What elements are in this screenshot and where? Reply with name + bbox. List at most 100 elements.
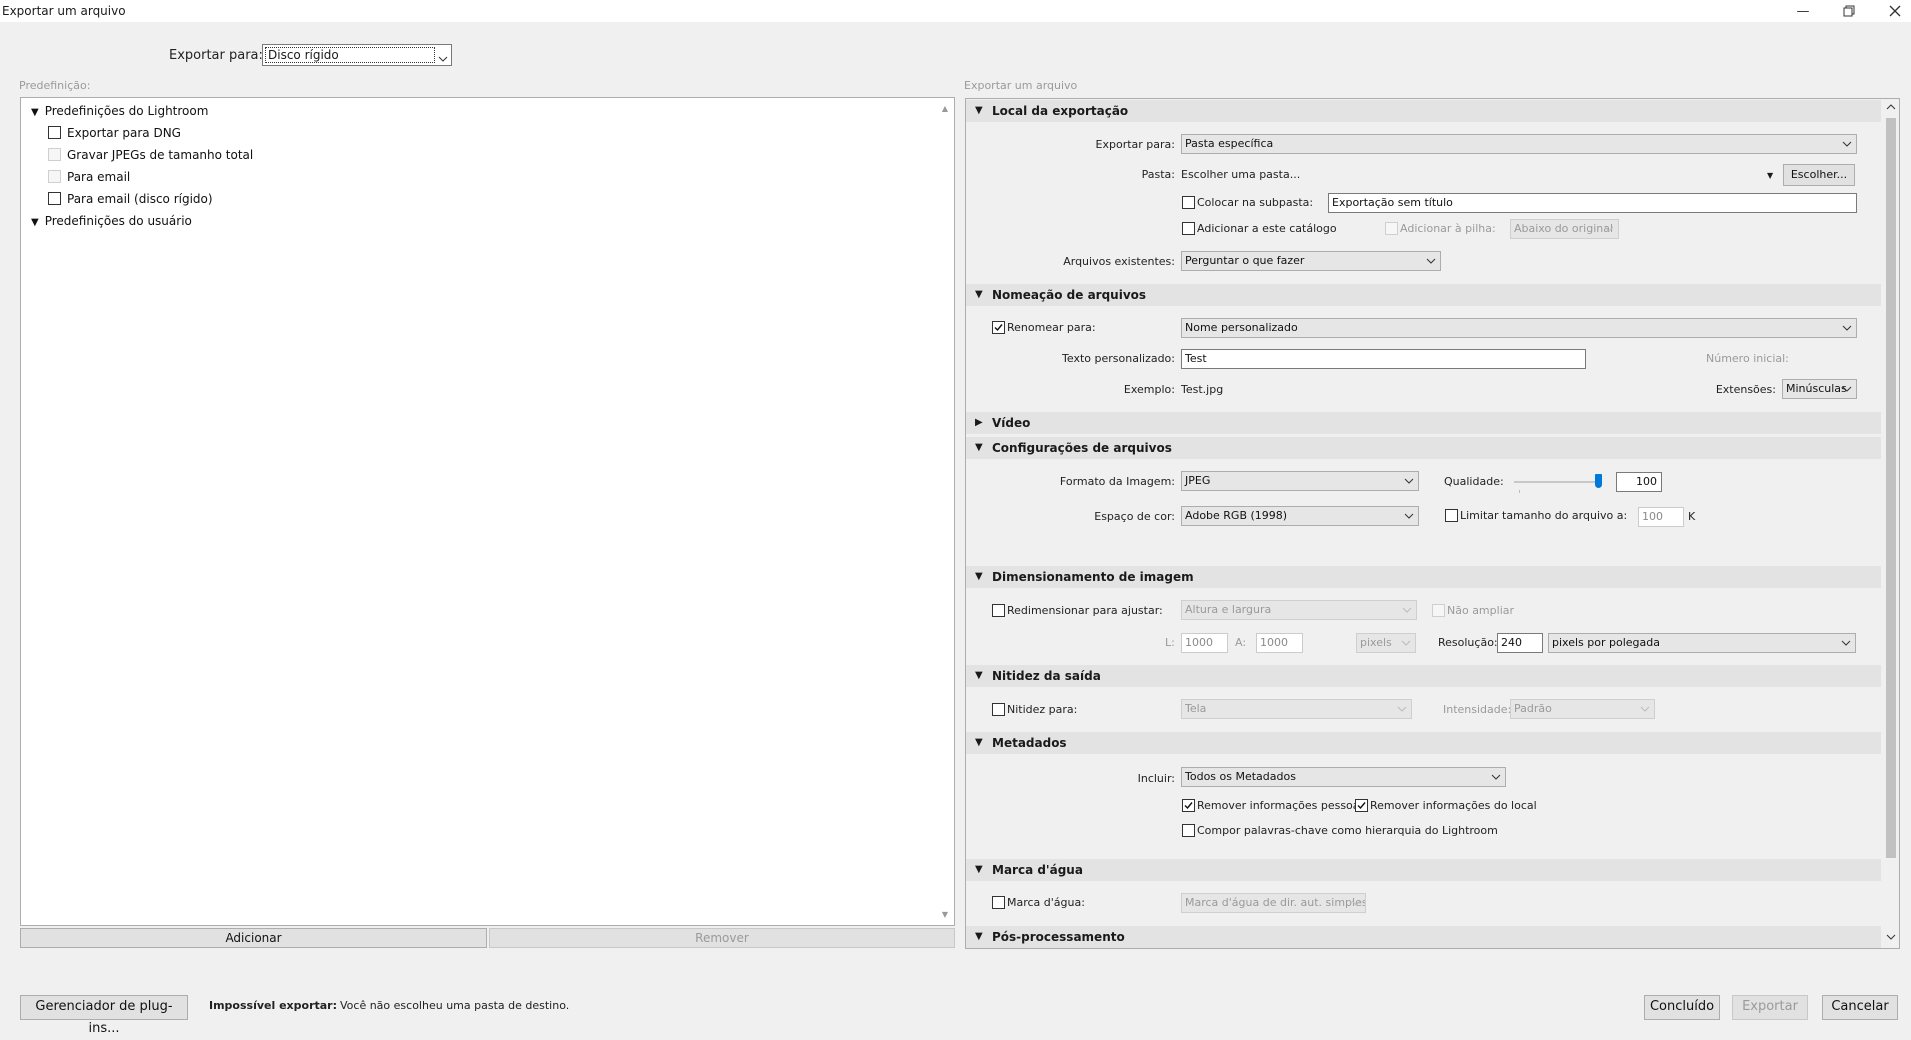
sharpen-label: Nitidez para: bbox=[1007, 703, 1078, 716]
subfolder-input[interactable]: Exportação sem título bbox=[1328, 193, 1857, 213]
width-input[interactable]: 1000 bbox=[1181, 633, 1228, 653]
quality-label: Qualidade: bbox=[1444, 475, 1504, 488]
error-title: Impossível exportar: bbox=[209, 999, 337, 1012]
chevron-down-icon bbox=[1401, 601, 1413, 619]
example-label: Exemplo: bbox=[1123, 383, 1175, 396]
add-stack-checkbox[interactable] bbox=[1385, 222, 1398, 235]
export-to-dropdown[interactable]: Disco rígido bbox=[262, 44, 452, 66]
subfolder-checkbox[interactable] bbox=[1182, 196, 1195, 209]
restore-icon[interactable] bbox=[1826, 0, 1872, 22]
preset-item[interactable]: Gravar JPEGs de tamanho total bbox=[48, 148, 253, 162]
stack-dropdown[interactable]: Abaixo do original bbox=[1510, 219, 1619, 239]
image-format-dropdown[interactable]: JPEG bbox=[1181, 471, 1419, 491]
cancel-button[interactable]: Cancelar bbox=[1822, 995, 1898, 1020]
chevron-down-icon bbox=[1403, 507, 1415, 525]
limit-size-input[interactable]: 100 bbox=[1638, 507, 1684, 527]
resolution-unit-dropdown[interactable]: pixels por polegada bbox=[1548, 633, 1856, 653]
preset-item[interactable]: Para email bbox=[48, 170, 130, 184]
remove-location-label: Remover informações do local bbox=[1370, 799, 1537, 812]
location-export-to-dropdown[interactable]: Pasta específica bbox=[1181, 134, 1857, 154]
scroll-down-icon[interactable]: ▼ bbox=[942, 910, 948, 919]
preset-checkbox[interactable] bbox=[48, 170, 61, 183]
remove-preset-button[interactable]: Remover bbox=[489, 928, 955, 948]
chevron-down-icon bbox=[1841, 380, 1853, 398]
resize-dropdown[interactable]: Altura e largura bbox=[1181, 600, 1417, 620]
minimize-icon[interactable]: — bbox=[1780, 0, 1826, 22]
preset-checkbox[interactable] bbox=[48, 192, 61, 205]
section-export-location[interactable]: ▼ Local da exportação bbox=[966, 100, 1881, 122]
section-post-processing[interactable]: ▼ Pós-processamento bbox=[966, 926, 1881, 948]
extensions-label: Extensões: bbox=[1715, 383, 1776, 396]
scroll-up-icon[interactable]: ▲ bbox=[942, 104, 948, 113]
section-watermark[interactable]: ▼ Marca d'água bbox=[966, 859, 1881, 881]
collapse-triangle-icon: ▼ bbox=[975, 571, 983, 582]
preset-group-user[interactable]: ▼ Predefinições do usuário bbox=[31, 214, 192, 228]
done-button[interactable]: Concluído bbox=[1644, 995, 1720, 1020]
watermark-checkbox[interactable] bbox=[992, 896, 1005, 909]
amount-dropdown[interactable]: Padrão bbox=[1510, 699, 1655, 719]
section-video[interactable]: ▶ Vídeo bbox=[966, 412, 1881, 434]
export-button[interactable]: Exportar bbox=[1732, 995, 1808, 1020]
chevron-down-icon bbox=[1350, 894, 1362, 912]
plugin-manager-button[interactable]: Gerenciador de plug-ins... bbox=[20, 995, 188, 1036]
section-output-sharpening[interactable]: ▼ Nitidez da saída bbox=[966, 665, 1881, 687]
section-metadata[interactable]: ▼ Metadados bbox=[966, 732, 1881, 754]
rename-checkbox[interactable] bbox=[992, 321, 1005, 334]
preset-checkbox[interactable] bbox=[48, 148, 61, 161]
remove-personal-label: Remover informações pessoais bbox=[1197, 799, 1369, 812]
include-label: Incluir: bbox=[1137, 772, 1175, 785]
chevron-down-icon bbox=[1603, 220, 1615, 238]
add-preset-button[interactable]: Adicionar bbox=[20, 928, 487, 948]
resize-checkbox[interactable] bbox=[992, 604, 1005, 617]
resize-label: Redimensionar para ajustar: bbox=[1007, 604, 1163, 617]
remove-location-checkbox[interactable] bbox=[1355, 799, 1368, 812]
include-dropdown[interactable]: Todos os Metadados bbox=[1181, 767, 1506, 787]
section-file-naming[interactable]: ▼ Nomeação de arquivos bbox=[966, 284, 1881, 306]
collapse-triangle-icon: ▼ bbox=[975, 289, 983, 300]
folder-value: Escolher uma pasta... bbox=[1181, 168, 1301, 181]
sharpen-dropdown[interactable]: Tela bbox=[1181, 699, 1412, 719]
chevron-down-icon bbox=[1400, 634, 1412, 652]
export-to-label: Exportar para: bbox=[169, 48, 263, 63]
section-file-settings[interactable]: ▼ Configurações de arquivos bbox=[966, 437, 1881, 459]
no-enlarge-label: Não ampliar bbox=[1447, 604, 1515, 617]
rename-dropdown[interactable]: Nome personalizado bbox=[1181, 318, 1857, 338]
preset-heading: Predefinição: bbox=[19, 79, 91, 92]
watermark-dropdown[interactable]: Marca d'água de dir. aut. simples bbox=[1181, 893, 1366, 913]
color-space-dropdown[interactable]: Adobe RGB (1998) bbox=[1181, 506, 1419, 526]
extensions-dropdown[interactable]: Minúsculas bbox=[1782, 379, 1857, 399]
chevron-down-icon bbox=[1490, 768, 1502, 786]
remove-personal-checkbox[interactable] bbox=[1182, 799, 1195, 812]
sharpen-checkbox[interactable] bbox=[992, 703, 1005, 716]
folder-dropdown-icon[interactable]: ▼ bbox=[1767, 171, 1773, 180]
scrollbar-thumb[interactable] bbox=[1886, 118, 1896, 858]
resolution-input[interactable]: 240 bbox=[1497, 633, 1543, 653]
collapse-triangle-icon: ▼ bbox=[975, 670, 983, 681]
collapse-triangle-icon: ▼ bbox=[975, 105, 983, 116]
export-to-value: Disco rígido bbox=[265, 47, 435, 63]
height-input[interactable]: 1000 bbox=[1256, 633, 1303, 653]
scrollbar[interactable] bbox=[1883, 100, 1899, 947]
choose-folder-button[interactable]: Escolher... bbox=[1783, 164, 1855, 186]
quality-slider-thumb[interactable] bbox=[1595, 474, 1602, 488]
existing-files-dropdown[interactable]: Perguntar o que fazer bbox=[1181, 251, 1441, 271]
chevron-down-icon bbox=[438, 51, 448, 65]
custom-text-input[interactable]: Test bbox=[1181, 349, 1586, 369]
preset-tree: ▼ Predefinições do Lightroom Exportar par… bbox=[20, 97, 955, 926]
preset-item[interactable]: Exportar para DNG bbox=[48, 126, 181, 140]
size-unit-dropdown[interactable]: pixels bbox=[1356, 633, 1416, 653]
scroll-up-icon[interactable] bbox=[1886, 102, 1896, 113]
section-image-sizing[interactable]: ▼ Dimensionamento de imagem bbox=[966, 566, 1881, 588]
close-icon[interactable] bbox=[1872, 0, 1911, 22]
add-catalog-label: Adicionar a este catálogo bbox=[1197, 222, 1337, 235]
preset-checkbox[interactable] bbox=[48, 126, 61, 139]
quality-slider-track[interactable] bbox=[1514, 481, 1598, 483]
keyword-hierarchy-checkbox[interactable] bbox=[1182, 824, 1195, 837]
no-enlarge-checkbox[interactable] bbox=[1432, 604, 1445, 617]
preset-item[interactable]: Para email (disco rígido) bbox=[48, 192, 213, 206]
quality-input[interactable]: 100 bbox=[1616, 472, 1662, 492]
add-catalog-checkbox[interactable] bbox=[1182, 222, 1195, 235]
scroll-down-icon[interactable] bbox=[1886, 929, 1896, 943]
preset-group-lightroom[interactable]: ▼ Predefinições do Lightroom bbox=[31, 104, 208, 118]
limit-size-checkbox[interactable] bbox=[1445, 509, 1458, 522]
